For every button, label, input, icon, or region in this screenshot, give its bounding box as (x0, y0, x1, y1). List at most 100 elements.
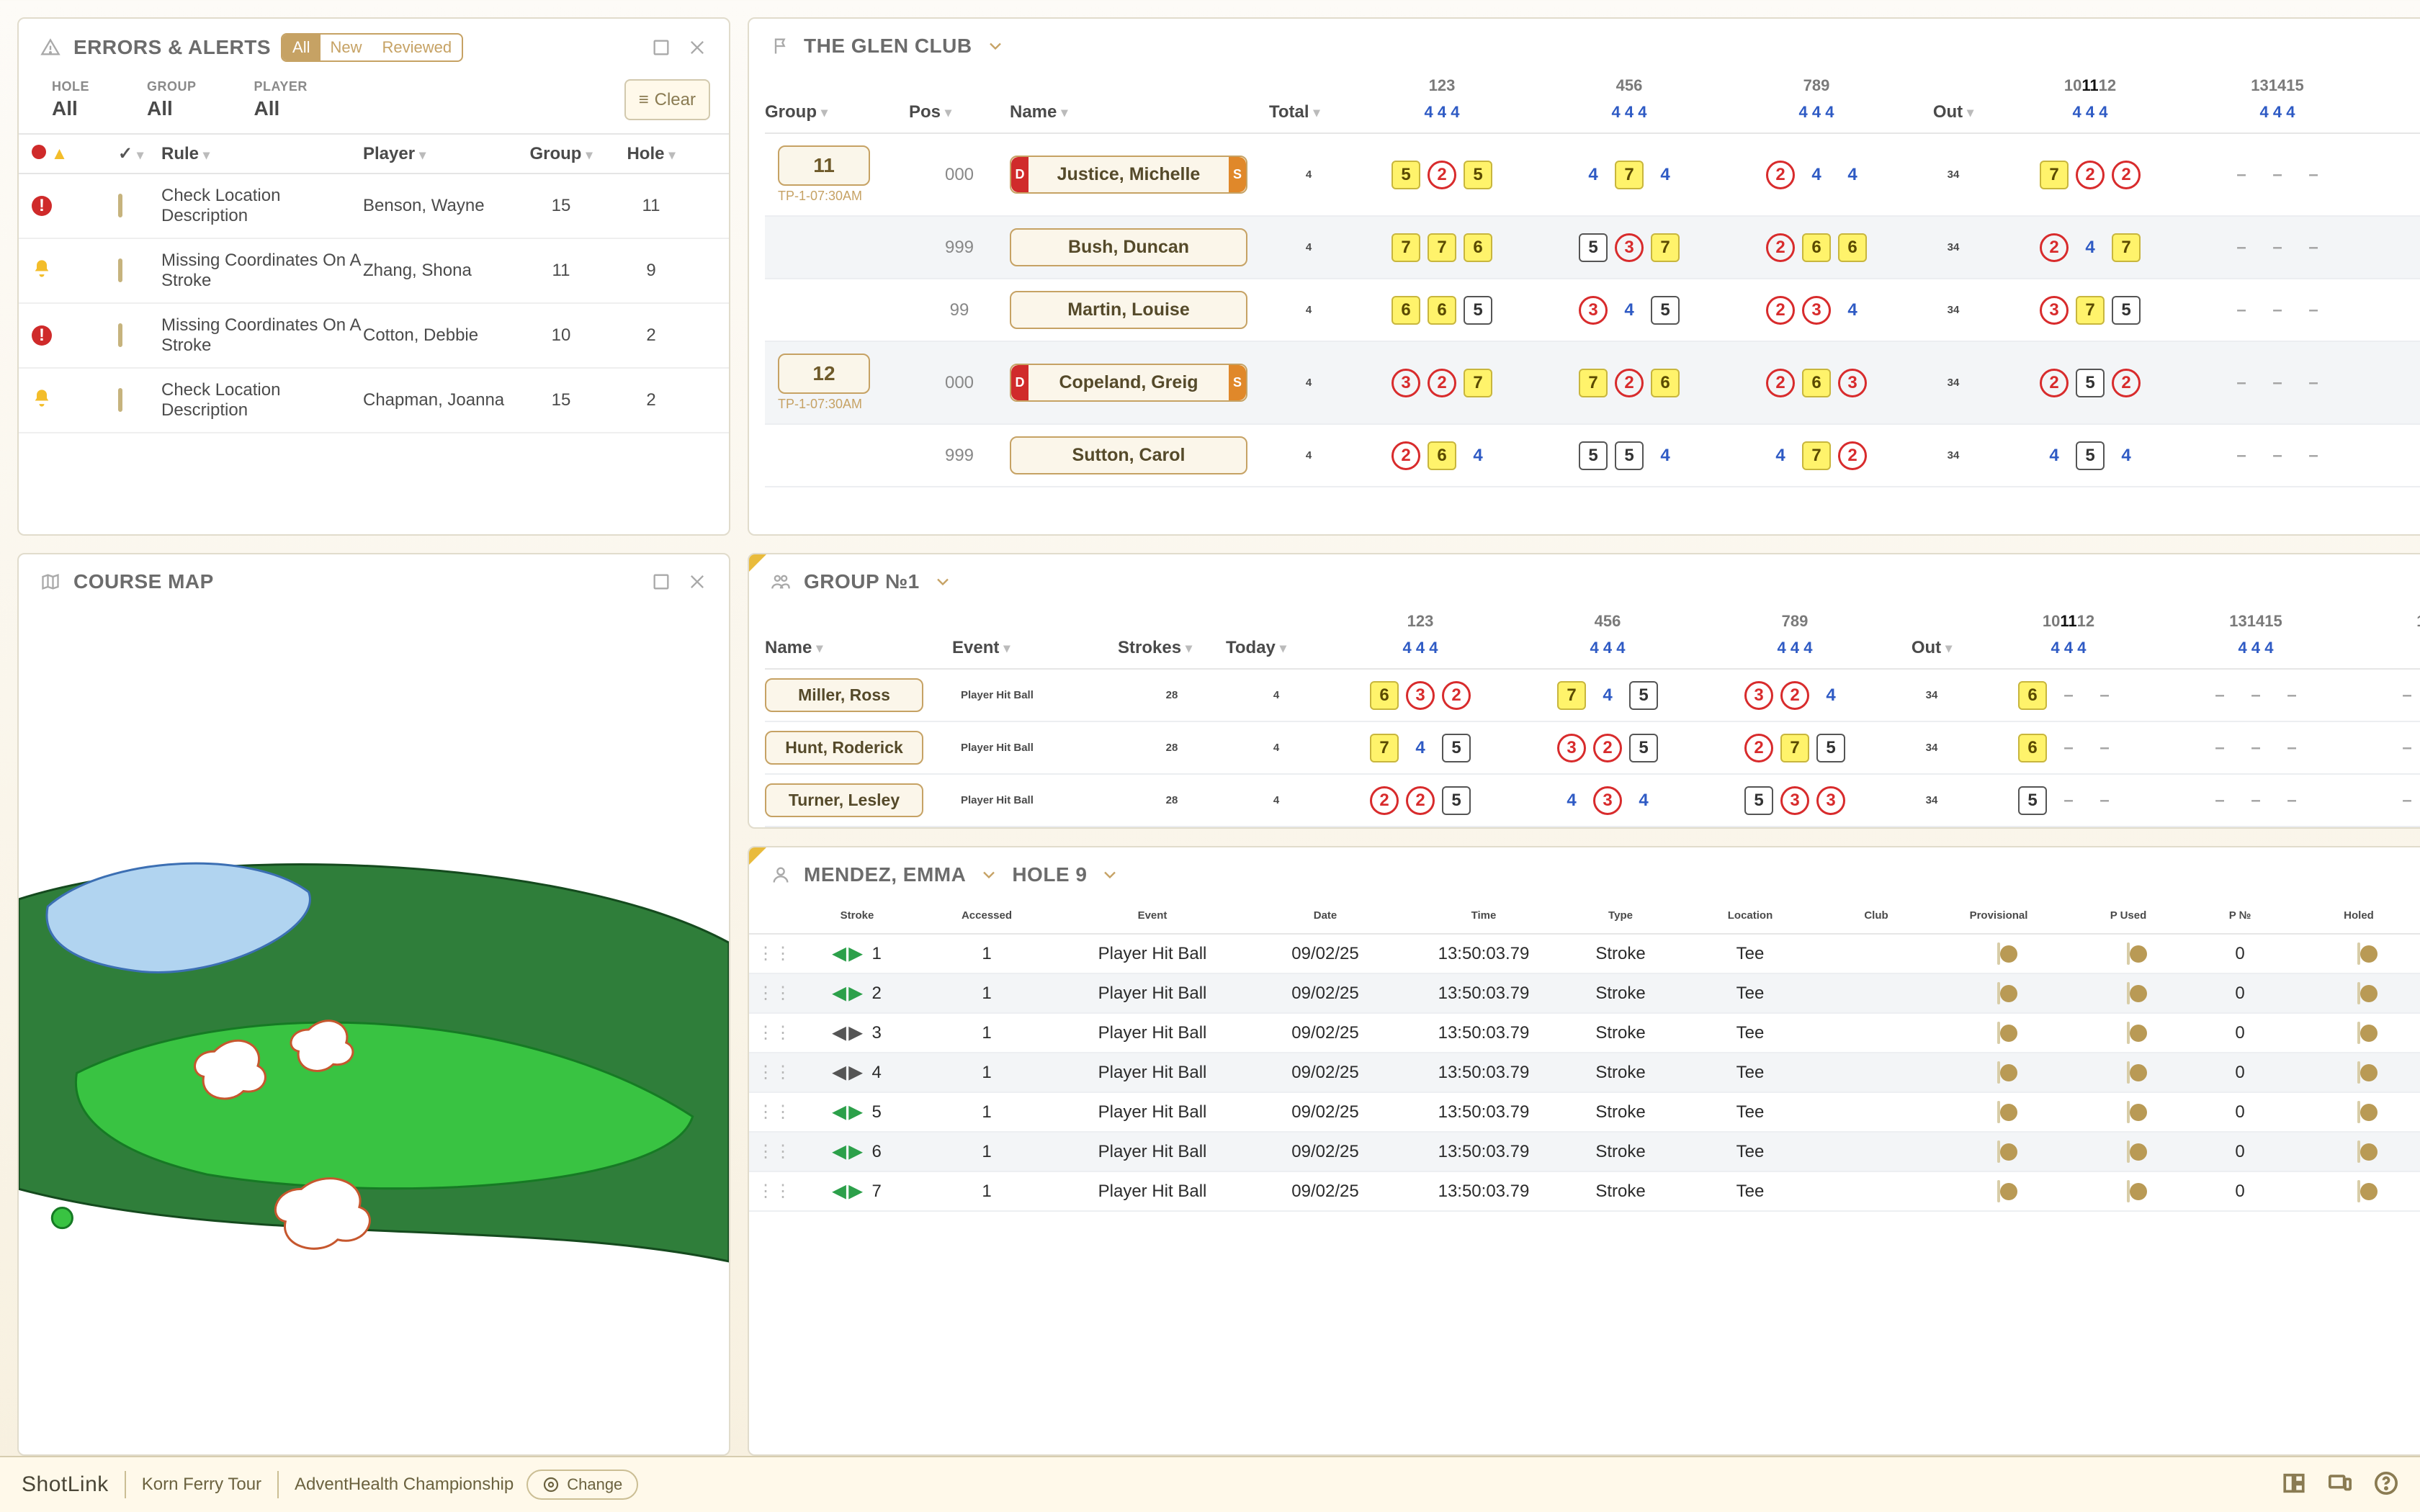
table-row[interactable]: ⋮⋮▶▶ 71Player Hit Ball09/02/2513:50:03.7… (749, 1172, 2420, 1212)
drag-handle-icon[interactable]: ⋮⋮ (749, 1062, 799, 1083)
table-row[interactable]: ⋮⋮▶▶ 21Player Hit Ball09/02/2513:50:03.7… (749, 974, 2420, 1014)
score-box: 6 (2018, 734, 2047, 762)
player-pill[interactable]: DSCopeland, Greig (1010, 364, 1247, 402)
course-map-canvas[interactable] (19, 605, 729, 1454)
group-cell: 11 (514, 261, 608, 281)
player-pill[interactable]: DSJustice, Michelle (1010, 156, 1247, 194)
drag-handle-icon[interactable]: ⋮⋮ (749, 1181, 799, 1202)
drag-handle-icon[interactable]: ⋮⋮ (749, 1022, 799, 1043)
close-icon[interactable] (684, 569, 710, 595)
drag-handle-icon[interactable]: ⋮⋮ (749, 1141, 799, 1162)
holed-toggle[interactable] (2357, 1022, 2360, 1044)
holed-toggle[interactable] (2357, 1101, 2360, 1123)
table-row[interactable]: 11TP-1-07:30AM000DSJustice, Michelle4525… (765, 134, 2420, 217)
table-row[interactable]: ⋮⋮▶▶ 41Player Hit Ball09/02/2513:50:03.7… (749, 1053, 2420, 1093)
arrows-icon: ▶▶ (833, 1062, 862, 1083)
pused-toggle[interactable] (2127, 982, 2130, 1004)
score-box: 7 (1392, 233, 1420, 262)
table-row[interactable]: ⋮⋮▶▶ 61Player Hit Ball09/02/2513:50:03.7… (749, 1133, 2420, 1172)
help-icon[interactable] (2374, 1471, 2398, 1498)
score-box: 7 (1370, 734, 1399, 762)
table-row[interactable]: ! Check Location Description Benson, Way… (19, 174, 729, 239)
clear-filters-button[interactable]: ≡Clear (624, 79, 710, 120)
change-button[interactable]: Change (526, 1470, 638, 1500)
alert-tab-all[interactable]: All (282, 35, 320, 60)
checkbox[interactable] (118, 258, 122, 282)
provisional-toggle[interactable] (1997, 1061, 2000, 1084)
tour-name[interactable]: Korn Ferry Tour (142, 1475, 261, 1495)
group-button[interactable]: 12 (778, 354, 870, 394)
error-icon: ! (32, 325, 52, 346)
score-box: 5 (2018, 786, 2047, 815)
score-box: 3 (1579, 296, 1608, 325)
score-box: 7 (1615, 161, 1644, 189)
player-pill[interactable]: Hunt, Roderick (765, 731, 923, 765)
drag-handle-icon[interactable]: ⋮⋮ (749, 1102, 799, 1122)
alert-tab-new[interactable]: New (321, 35, 372, 60)
player-pill[interactable]: Bush, Duncan (1010, 228, 1247, 266)
holed-toggle[interactable] (2357, 982, 2360, 1004)
holed-toggle[interactable] (2357, 1061, 2360, 1084)
table-row[interactable]: Check Location Description Chapman, Joan… (19, 369, 729, 433)
table-row[interactable]: ! Missing Coordinates On A Stroke Cotton… (19, 304, 729, 369)
player-pill[interactable]: Miller, Ross (765, 678, 923, 712)
score-box: 2 (1744, 734, 1773, 762)
provisional-toggle[interactable] (1997, 982, 2000, 1004)
group-button[interactable]: 11 (778, 145, 870, 186)
provisional-toggle[interactable] (1997, 1101, 2000, 1123)
provisional-toggle[interactable] (1997, 942, 2000, 965)
alert-tab-reviewed[interactable]: Reviewed (372, 35, 462, 60)
pused-toggle[interactable] (2127, 942, 2130, 965)
drag-handle-icon[interactable]: ⋮⋮ (749, 943, 799, 964)
close-icon[interactable] (684, 35, 710, 60)
event-name[interactable]: AdventHealth Championship (295, 1475, 514, 1495)
checkbox[interactable] (118, 323, 122, 347)
table-row[interactable]: Hunt, RoderickPlayer Hit Ball28474532527… (765, 722, 2420, 775)
player-pill[interactable]: Martin, Louise (1010, 291, 1247, 329)
maximize-icon[interactable] (648, 35, 674, 60)
drag-handle-icon[interactable]: ⋮⋮ (749, 983, 799, 1004)
alert-tabs[interactable]: All New Reviewed (281, 33, 463, 62)
score-box: 3 (1593, 786, 1622, 815)
table-row[interactable]: Missing Coordinates On A Stroke Zhang, S… (19, 239, 729, 304)
provisional-toggle[interactable] (1997, 1022, 2000, 1044)
player-pill[interactable]: Sutton, Carol (1010, 436, 1247, 474)
filter-hole-value[interactable]: All (52, 97, 89, 120)
pused-toggle[interactable] (2127, 1061, 2130, 1084)
table-row[interactable]: ⋮⋮▶▶ 11Player Hit Ball09/02/2513:50:03.7… (749, 935, 2420, 974)
table-row[interactable]: ⋮⋮▶▶ 31Player Hit Ball09/02/2513:50:03.7… (749, 1014, 2420, 1053)
checkbox[interactable] (118, 194, 122, 217)
chevron-down-icon[interactable] (976, 862, 1002, 888)
filter-group-value[interactable]: All (147, 97, 197, 120)
pused-toggle[interactable] (2127, 1180, 2130, 1202)
table-row[interactable]: 12TP-1-07:30AM000DSCopeland, Greig432772… (765, 342, 2420, 425)
holed-toggle[interactable] (2357, 942, 2360, 965)
provisional-toggle[interactable] (1997, 1180, 2000, 1202)
holed-toggle[interactable] (2357, 1180, 2360, 1202)
pused-toggle[interactable] (2127, 1101, 2130, 1123)
layout-icon[interactable] (2282, 1471, 2306, 1498)
score-box: 5 (1629, 734, 1658, 762)
pused-toggle[interactable] (2127, 1140, 2130, 1163)
checkbox[interactable] (118, 388, 122, 412)
bell-icon (32, 264, 52, 283)
table-row[interactable]: 99Martin, Louise466534523434375––––––741 (765, 279, 2420, 342)
player-pill[interactable]: Turner, Lesley (765, 783, 923, 817)
table-row[interactable]: 999Sutton, Carol426455447234454––––––741 (765, 425, 2420, 487)
chevron-down-icon[interactable] (1097, 862, 1123, 888)
table-row[interactable]: Turner, LesleyPlayer Hit Ball28422543453… (765, 775, 2420, 827)
chevron-down-icon[interactable] (982, 33, 1008, 59)
table-row[interactable]: Miller, RossPlayer Hit Ball2846327453243… (765, 670, 2420, 722)
maximize-icon[interactable] (648, 569, 674, 595)
group-cell: 10 (514, 325, 608, 346)
chevron-down-icon[interactable] (930, 569, 956, 595)
pused-toggle[interactable] (2127, 1022, 2130, 1044)
player-cell: Benson, Wayne (363, 196, 514, 216)
table-row[interactable]: ⋮⋮▶▶ 51Player Hit Ball09/02/2513:50:03.7… (749, 1093, 2420, 1133)
table-row[interactable]: 999Bush, Duncan477653726634247––––––741 (765, 217, 2420, 279)
score-box: 7 (1464, 369, 1492, 397)
provisional-toggle[interactable] (1997, 1140, 2000, 1163)
holed-toggle[interactable] (2357, 1140, 2360, 1163)
devices-icon[interactable] (2328, 1471, 2352, 1498)
filter-player-value[interactable]: All (254, 97, 308, 120)
